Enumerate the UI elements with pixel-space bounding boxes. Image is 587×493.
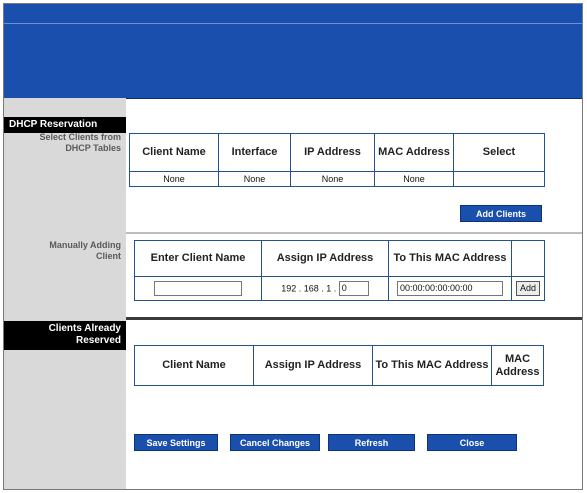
section-clients-reserved-header: Clients Already Reserved [4,321,126,350]
col-interface: Interface [218,133,291,172]
col-assign-ip: Assign IP Address [261,240,389,277]
table-row: None None None None [129,171,545,187]
sidebar [4,98,126,489]
add-button[interactable]: Add [515,281,540,296]
col-client-name: Client Name [129,133,219,172]
section-dhcp-reservation-header: DHCP Reservation [4,117,126,133]
col-to-mac: To This MAC Address [372,345,492,386]
ip-prefix: 192 . 168 . 1 . [281,283,337,294]
reserved-clients-table: Client Name Assign IP Address To This MA… [134,345,544,386]
col-mac-address: To This MAC Address [388,240,512,277]
col-assign-ip: Assign IP Address [253,345,373,386]
cell-mac-address: None [374,171,454,187]
col-select: Select [453,133,545,172]
mac-address-input[interactable]: 00:00:00:00:00:00 [397,281,503,296]
col-mac-address: MAC Address [491,345,544,386]
col-ip-address: IP Address [290,133,375,172]
col-blank [511,240,545,277]
col-enter-client-name: Enter Client Name [134,240,262,277]
manually-adding-label: Manually Adding Client [49,240,121,261]
cancel-changes-button[interactable]: Cancel Changes [230,434,320,451]
cell-client-name: None [129,171,219,187]
ip-last-octet-input[interactable]: 0 [338,281,369,296]
col-mac-address: MAC Address [374,133,454,172]
header-banner [4,4,582,99]
cell-ip-address: None [290,171,375,187]
cell-select [453,171,545,187]
cell-interface: None [218,171,291,187]
dhcp-clients-table: Client Name Interface IP Address MAC Add… [129,133,545,187]
banner-divider [4,23,582,24]
section-divider [126,232,582,234]
save-settings-button[interactable]: Save Settings [134,434,218,451]
section-divider-dark [126,317,582,320]
select-clients-label: Select Clients from DHCP Tables [39,132,121,153]
refresh-button[interactable]: Refresh [328,434,415,451]
col-client-name: Client Name [134,345,254,386]
client-name-input[interactable] [154,281,242,296]
close-button[interactable]: Close [427,434,517,451]
manual-add-table: Enter Client Name Assign IP Address To T… [134,240,545,301]
add-clients-button[interactable]: Add Clients [460,205,542,222]
